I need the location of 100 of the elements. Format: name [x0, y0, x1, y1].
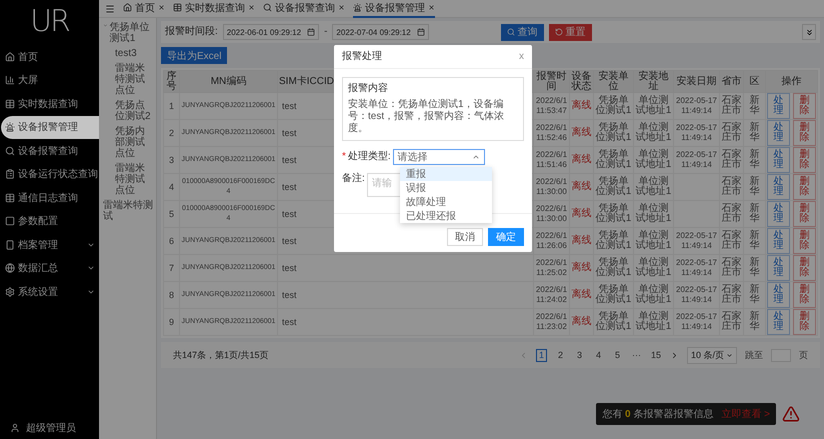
- search-button[interactable]: 查询: [500, 24, 544, 40]
- sidebar-item[interactable]: 参数配置: [0, 210, 99, 233]
- export-button[interactable]: 导出为Excel: [161, 47, 228, 64]
- tree-item[interactable]: 雷端米特测试: [103, 200, 154, 222]
- handle-button[interactable]: 处理: [767, 120, 790, 146]
- tree-item[interactable]: test3: [115, 48, 137, 59]
- notice-text: 您有 0 条报警器报警信息: [602, 408, 714, 421]
- close-icon[interactable]: [248, 4, 255, 11]
- table-cell: 新华: [744, 308, 766, 336]
- table-cell: 2022/6/1 11:51:46: [534, 146, 570, 174]
- close-icon[interactable]: [338, 4, 345, 11]
- sidebar-item[interactable]: 通信日志查询: [0, 186, 99, 210]
- handle-button[interactable]: 处理: [767, 174, 790, 200]
- table-cell: 离线: [570, 228, 594, 254]
- table-icon: [173, 3, 182, 12]
- confirm-button[interactable]: 确定: [488, 228, 524, 246]
- cancel-button[interactable]: 取消: [447, 228, 483, 246]
- tree-item[interactable]: 雷端米特测试点位: [115, 163, 154, 196]
- delete-button[interactable]: 删除: [793, 228, 816, 254]
- page-number[interactable]: 1: [536, 348, 547, 362]
- table-cell: test: [278, 282, 534, 308]
- dropdown-option[interactable]: 误报: [400, 181, 492, 195]
- user-name[interactable]: 超级管理员: [26, 421, 76, 435]
- sidebar-item[interactable]: 系统设置: [0, 280, 99, 304]
- sidebar-item[interactable]: 档案管理: [0, 233, 99, 256]
- table-icon: [5, 192, 15, 203]
- page-summary: 共147条，第1页/共15页: [173, 349, 269, 361]
- close-button[interactable]: x: [519, 50, 524, 62]
- table-cell: 单位测试地址1: [634, 92, 674, 120]
- handle-button[interactable]: 处理: [767, 309, 790, 335]
- table-cell: 凭扬单位测试1: [594, 282, 634, 308]
- table-cell: 单位测试地址1: [634, 254, 674, 282]
- page-number[interactable]: 2: [554, 348, 566, 362]
- table-cell: 新华: [744, 228, 766, 254]
- page-number[interactable]: 15: [650, 348, 662, 362]
- sidebar-item[interactable]: 设备报警管理: [1, 116, 99, 139]
- table-cell: test: [278, 254, 534, 282]
- sidebar-item[interactable]: 设备运行状态查询: [0, 162, 99, 186]
- date-field[interactable]: 2022-07-04 09:29:12: [332, 24, 429, 40]
- sidebar-item[interactable]: 首页: [0, 45, 99, 68]
- handle-button[interactable]: 处理: [767, 282, 790, 308]
- calendar-icon: [307, 28, 316, 36]
- column-header: 区: [744, 70, 766, 92]
- sidebar-item[interactable]: 数据汇总: [0, 256, 99, 280]
- table-cell: 石家庄市: [720, 92, 744, 120]
- home-icon: [123, 3, 132, 12]
- handle-button[interactable]: 处理: [767, 147, 790, 173]
- tree-item[interactable]: 凭扬单位测试1: [110, 22, 154, 44]
- table-cell: 石家庄市: [720, 200, 744, 228]
- jump-label: 跳至: [745, 349, 763, 361]
- dropdown-option[interactable]: 故障处理: [400, 195, 492, 209]
- table-cell: 8: [164, 282, 180, 308]
- handle-button[interactable]: 处理: [767, 201, 790, 227]
- delete-button[interactable]: 删除: [793, 201, 816, 227]
- date-field[interactable]: 2022-06-01 09:29:12: [222, 24, 320, 40]
- page-size-select[interactable]: 10 条/页: [686, 346, 737, 364]
- tab[interactable]: 实时数据查询: [173, 0, 255, 18]
- delete-button[interactable]: 删除: [793, 282, 816, 308]
- table-icon: [5, 98, 15, 109]
- sidebar-item[interactable]: 实时数据查询: [0, 92, 99, 116]
- delete-button[interactable]: 删除: [793, 255, 816, 281]
- column-header: 安装地址: [634, 70, 674, 92]
- menu-icon[interactable]: [105, 4, 115, 14]
- handle-button[interactable]: 处理: [767, 93, 790, 119]
- table-cell: 2022-05-17 11:49:14: [674, 120, 720, 146]
- page-number[interactable]: ···: [630, 348, 642, 362]
- clipboard-icon: [5, 169, 15, 180]
- tree-item[interactable]: 凭扬点位测试2: [115, 100, 154, 122]
- delete-button[interactable]: 删除: [793, 309, 816, 335]
- tree-item[interactable]: 雷端米特测试点位: [115, 63, 154, 96]
- collapse-button[interactable]: [802, 24, 816, 40]
- reset-button[interactable]: 重置: [548, 24, 592, 40]
- dropdown-option[interactable]: 已处理还报: [400, 209, 492, 223]
- page-number[interactable]: 3: [574, 348, 585, 362]
- tab[interactable]: 首页: [123, 0, 165, 18]
- tab[interactable]: 设备报警查询: [263, 0, 345, 18]
- handle-button[interactable]: 处理: [767, 255, 790, 281]
- close-icon[interactable]: [158, 4, 165, 11]
- logo: UR: [29, 3, 70, 41]
- table-cell: 新华: [744, 92, 766, 120]
- close-icon[interactable]: [428, 4, 435, 11]
- tab[interactable]: 设备报警管理: [353, 0, 435, 18]
- sidebar-item[interactable]: 大屏: [0, 68, 99, 92]
- required-mark: *: [342, 151, 346, 163]
- delete-button[interactable]: 删除: [793, 93, 816, 119]
- page-number[interactable]: 4: [592, 348, 604, 362]
- settings-icon: [5, 286, 15, 297]
- type-select[interactable]: 请选择: [392, 149, 485, 165]
- alarm-icon: [353, 3, 362, 12]
- column-header: MN编码: [180, 70, 278, 92]
- delete-button[interactable]: 删除: [793, 174, 816, 200]
- delete-button[interactable]: 删除: [793, 147, 816, 173]
- table-cell: 单位测试地址1: [634, 120, 674, 146]
- sidebar-item[interactable]: 设备报警查询: [0, 139, 99, 162]
- dropdown-option[interactable]: 重报: [400, 167, 492, 181]
- page-number[interactable]: 5: [612, 348, 623, 362]
- handle-button[interactable]: 处理: [767, 228, 790, 254]
- tree-item[interactable]: 凭扬内部测试点位: [115, 126, 154, 159]
- phone-icon: [5, 240, 15, 250]
- delete-button[interactable]: 删除: [793, 120, 816, 146]
